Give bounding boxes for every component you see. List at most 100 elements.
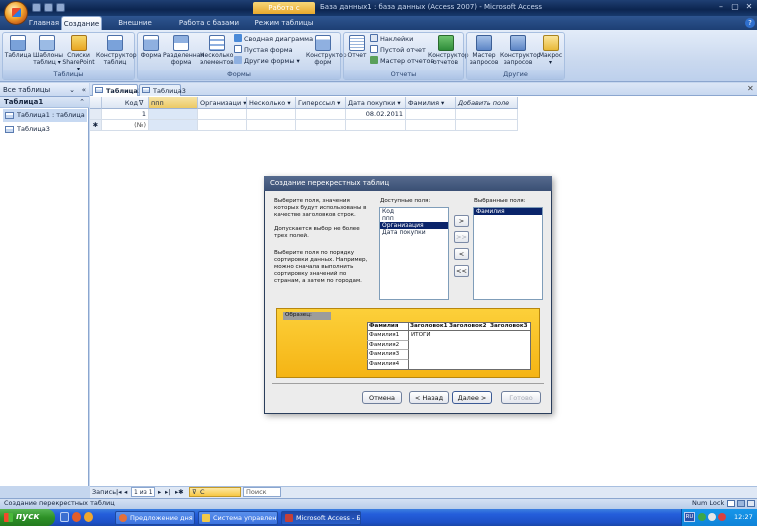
minimize-button[interactable]: – [715,2,727,12]
next-record-icon[interactable]: ▸ [158,487,161,497]
grid-cell-add-field[interactable] [456,109,518,120]
list-item[interactable]: ппп [380,215,448,222]
group-collapse-icon[interactable]: ⌃ [79,97,85,108]
grid-cell-new[interactable] [456,120,518,131]
column-header-purchase-date[interactable]: Дата покупки ▾ [346,97,406,109]
table-button[interactable]: Таблица [4,35,32,59]
query-design-button[interactable]: Конструктор запросов [500,35,541,66]
sharepoint-lists-button[interactable]: Списки SharePoint ▾ [62,35,95,73]
record-position-field[interactable]: 1 из 1 [131,487,155,497]
grid-cell-new[interactable] [346,120,406,131]
selected-fields-list[interactable]: Фамилия [473,207,543,300]
column-header-several[interactable]: Несколько ▾ [247,97,296,109]
report-design-button[interactable]: Конструктор отчетов [428,35,469,66]
grid-cell-new[interactable] [247,120,296,131]
close-button[interactable]: ✕ [743,2,755,12]
new-record-icon[interactable]: ▸✱ [175,487,184,497]
taskbar-item-browser[interactable]: Предложение дня - ... [115,511,195,525]
blank-report-button[interactable]: Пустой отчет [370,45,426,55]
report-wizard-button[interactable]: Мастер отчетов [370,56,434,66]
table-templates-button[interactable]: Шаблоны таблиц ▾ [33,35,63,66]
pivot-chart-button[interactable]: Сводная диаграмма [234,34,313,44]
next-button[interactable]: Далее > [452,391,492,404]
grid-cell-new[interactable] [296,120,346,131]
nav-group-header[interactable]: Таблица1 ⌃ [0,97,89,108]
pivot-view-icon[interactable] [737,500,745,507]
language-indicator[interactable]: RU [684,512,695,522]
grid-cell-new[interactable] [406,120,456,131]
table-design-button[interactable]: Конструктор таблиц [96,35,137,66]
close-document-icon[interactable]: ✕ [747,84,754,93]
available-fields-list[interactable]: Код ппп Организация Дата покупки [379,207,449,300]
tab-database-tools[interactable]: Работа с базами данных [168,16,250,41]
tab-datasheet[interactable]: Режим таблицы [253,16,315,30]
save-icon[interactable] [32,3,41,12]
maximize-button[interactable]: ▢ [729,2,741,12]
doc-tab-table3[interactable]: Таблица3 [139,84,186,96]
list-item-selected[interactable]: Фамилия [474,208,542,215]
nav-item-table1[interactable]: Таблица1 : таблица [3,109,87,122]
grid-cell-ppp[interactable] [149,109,198,120]
finish-button[interactable]: Готово [501,391,541,404]
column-header-surname[interactable]: Фамилия ▾ [406,97,456,109]
new-row-marker[interactable]: ✱ [90,120,102,131]
design-view-icon[interactable] [747,500,755,507]
cancel-button[interactable]: Отмена [362,391,402,404]
split-form-button[interactable]: Разделенная форма [163,35,204,66]
macro-button[interactable]: Макрос ▾ [537,35,564,66]
column-header-add-field[interactable]: Добавить поле [456,97,518,109]
last-record-icon[interactable]: ▸| [165,487,170,497]
list-item-selected[interactable]: Организация [380,222,448,229]
tab-home[interactable]: Главная [28,16,60,30]
move-all-right-button[interactable]: >> [454,231,469,243]
undo-icon[interactable] [44,3,53,12]
tab-external-data[interactable]: Внешние данные [104,16,166,41]
blank-form-button[interactable]: Пустая форма [234,45,293,55]
grid-cell-organization[interactable] [198,109,247,120]
multiple-items-button[interactable]: Несколько элементов [200,35,234,66]
nav-menu-chevron-icon[interactable]: ⌄ [69,83,75,97]
grid-cell-surname[interactable] [406,109,456,120]
select-all-corner[interactable] [90,97,102,109]
nav-pane-header[interactable]: Все таблицы ⌄ « [0,83,89,97]
filter-toggle[interactable]: ⊽С фильтром [189,487,241,505]
form-button[interactable]: Форма [140,35,162,59]
redo-icon[interactable] [56,3,65,12]
query-wizard-button[interactable]: Мастер запросов [469,35,499,66]
grid-cell-code[interactable]: 1 [102,109,149,120]
move-one-right-button[interactable]: > [454,215,469,227]
form-design-button[interactable]: Конструктор форм [306,35,347,66]
grid-cell-new-code[interactable]: (№) [102,120,149,131]
column-header-ppp[interactable]: ппп [149,97,198,109]
tray-icon[interactable] [698,513,706,521]
labels-button[interactable]: Наклейки [370,34,413,44]
row-selector[interactable] [90,109,102,120]
search-input[interactable]: Поиск [243,487,281,497]
quick-launch-icon[interactable] [72,512,81,522]
grid-cell-new[interactable] [198,120,247,131]
prev-record-icon[interactable]: ◂ [124,487,127,497]
start-button[interactable]: пуск [0,509,55,526]
sort-filter-icon[interactable]: ᐁ [139,99,143,107]
taskbar-item-access[interactable]: Microsoft Access - Ба... [281,511,361,525]
move-one-left-button[interactable]: < [454,248,469,260]
list-item[interactable]: Код [380,208,448,215]
doc-tab-table1[interactable]: Таблица1 [92,84,142,96]
back-button[interactable]: < Назад [409,391,449,404]
move-all-left-button[interactable]: << [454,265,469,277]
grid-cell-hyperlink[interactable] [296,109,346,120]
list-item[interactable]: Дата покупки [380,229,448,236]
quick-launch-icon[interactable] [60,512,69,522]
grid-cell-new-ppp[interactable] [149,120,198,131]
taskbar-item-system[interactable]: Система управлени... [198,511,278,525]
report-button[interactable]: Отчет [346,35,368,59]
tab-create[interactable]: Создание [61,16,102,30]
more-forms-button[interactable]: Другие формы ▾ [234,56,300,66]
nav-item-table3[interactable]: Таблица3 [3,123,87,136]
grid-cell-several[interactable] [247,109,296,120]
help-icon[interactable]: ? [745,18,755,28]
nav-collapse-icon[interactable]: « [82,83,86,97]
datasheet-view-icon[interactable] [727,500,735,507]
tray-icon[interactable] [718,513,726,521]
first-record-icon[interactable]: |◂ [116,487,121,497]
